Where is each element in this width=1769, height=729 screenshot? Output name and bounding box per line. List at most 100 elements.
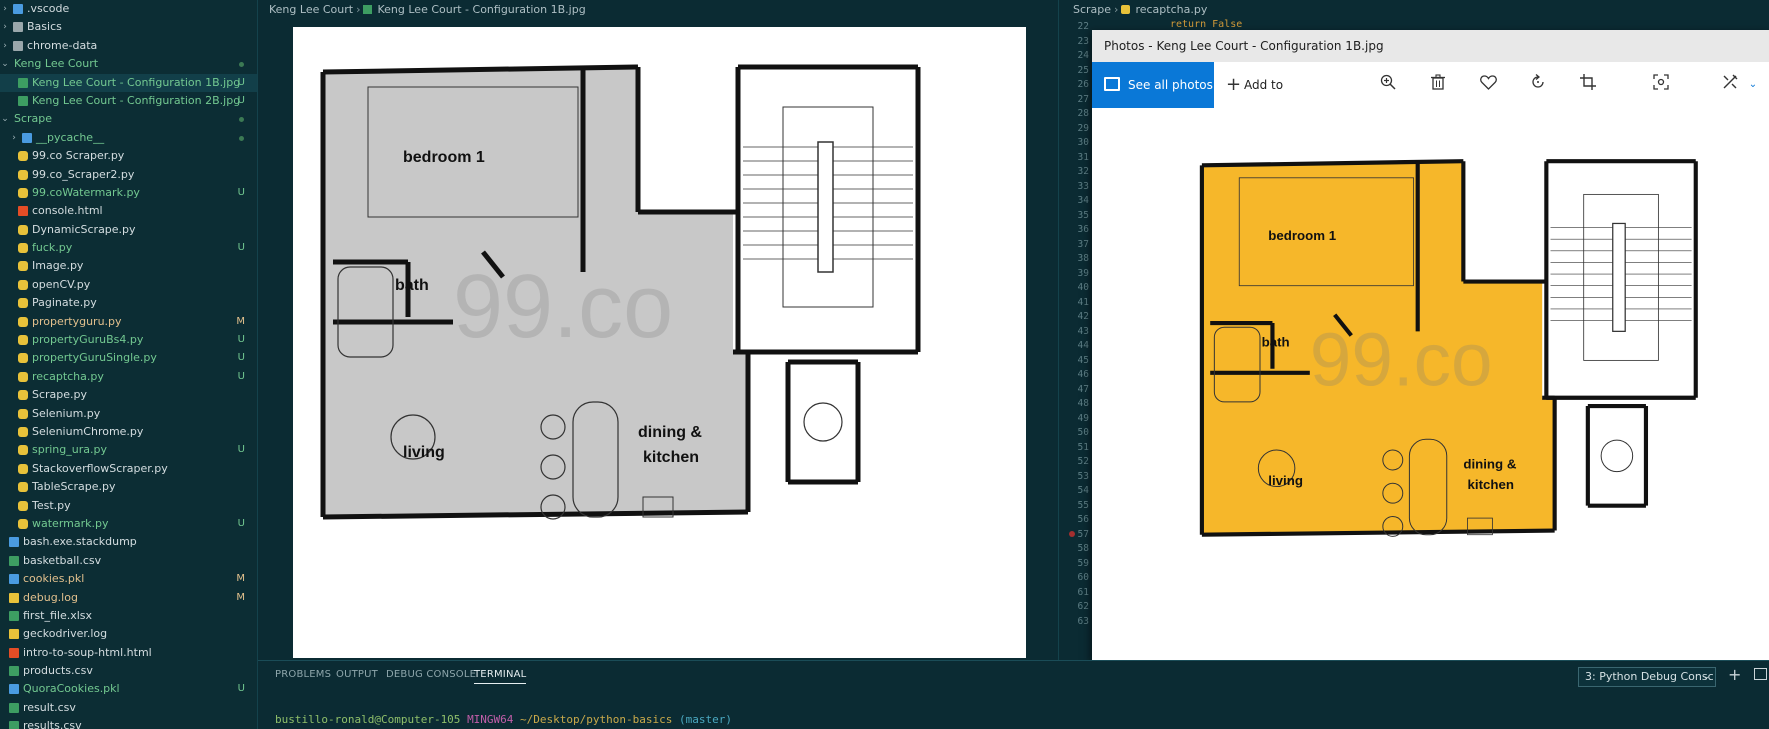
tree-item-pycache[interactable]: › __pycache__ xyxy=(0,129,257,147)
tree-item-keng-lee-court-configuration-1b-jpg[interactable]: Keng Lee Court - Configuration 1B.jpg U xyxy=(0,73,257,92)
py-file-icon xyxy=(18,261,28,272)
tree-item-propertygurusingle-py[interactable]: propertyGuruSingle.py U xyxy=(0,349,257,367)
line-number: 59 xyxy=(1077,557,1089,569)
add-to-label: Add to xyxy=(1244,78,1284,92)
tree-item-spring-ura-py[interactable]: spring_ura.py U xyxy=(0,441,257,459)
tree-item-fuck-py[interactable]: fuck.py U xyxy=(0,239,257,257)
code-line[interactable]: return False xyxy=(1170,19,1242,29)
delete-icon[interactable] xyxy=(1427,74,1449,96)
tree-item-stackoverflowscraper-py[interactable]: StackoverflowScraper.py xyxy=(0,460,257,478)
tree-item-chrome-data[interactable]: › chrome-data xyxy=(0,37,257,55)
git-status-badge: U xyxy=(237,76,245,88)
folder-icon xyxy=(13,4,23,14)
line-number: 53 xyxy=(1077,470,1089,482)
line-number: 48 xyxy=(1077,398,1089,409)
chevron-down-icon[interactable]: ⌄ xyxy=(1742,74,1764,96)
tree-item-basics[interactable]: › Basics xyxy=(0,18,257,36)
breadcrumb-file[interactable]: recaptcha.py xyxy=(1135,3,1207,16)
rotate-icon[interactable] xyxy=(1527,74,1549,96)
line-number: 29 xyxy=(1077,122,1089,134)
chevron-right-icon: › xyxy=(3,4,7,14)
py-file-icon xyxy=(18,243,28,254)
tab-debug-console[interactable]: DEBUG CONSOLE xyxy=(386,669,476,680)
tree-item-99-cowatermark-py[interactable]: 99.coWatermark.py U xyxy=(0,184,257,202)
py-file-icon xyxy=(18,463,28,474)
tree-item-label: propertyGuruBs4.py xyxy=(32,333,144,347)
add-to-button[interactable]: + Add to xyxy=(1226,62,1283,108)
tree-item-tablescrape-py[interactable]: TableScrape.py xyxy=(0,478,257,496)
explorer-sidebar: › .vscode › Basics › chrome-data ⌄ Keng Lee Cou… xyxy=(0,0,258,729)
room-label: bath xyxy=(395,277,429,294)
tree-item-image-py[interactable]: Image.py xyxy=(0,257,257,275)
favorite-icon[interactable] xyxy=(1477,74,1499,96)
tree-item-label: 99.co_Scraper2.py xyxy=(32,167,135,181)
tree-item-paginate-py[interactable]: Paginate.py xyxy=(0,294,257,312)
tree-item-keng-lee-court[interactable]: ⌄ Keng Lee Court xyxy=(0,55,257,73)
tree-item-scrape-py[interactable]: Scrape.py xyxy=(0,386,257,404)
crop-icon[interactable] xyxy=(1577,74,1599,96)
tree-item-seleniumchrome-py[interactable]: SeleniumChrome.py xyxy=(0,423,257,441)
new-terminal-icon[interactable]: + xyxy=(1728,665,1741,684)
tree-item-watermark-py[interactable]: watermark.py U xyxy=(0,515,257,533)
zoom-in-icon[interactable] xyxy=(1377,74,1399,96)
tree-item-99-co-scraper2-py[interactable]: 99.co_Scraper2.py xyxy=(0,166,257,184)
tree-item-bash-exe-stackdump[interactable]: bash.exe.stackdump xyxy=(0,533,257,551)
line-number: 25 xyxy=(1077,64,1089,76)
terminal-prompt[interactable]: bustillo-ronald@Computer-105 MINGW64 ~/D… xyxy=(275,713,732,726)
py-file-icon xyxy=(18,187,28,198)
tree-item-label: console.html xyxy=(32,204,103,218)
tree-item-label: cookies.pkl xyxy=(23,572,85,586)
tree-item-test-py[interactable]: Test.py xyxy=(0,497,257,515)
tree-item-propertyguru-py[interactable]: propertyguru.py M xyxy=(0,313,257,331)
tree-item-selenium-py[interactable]: Selenium.py xyxy=(0,405,257,423)
tree-item-geckodriver-log[interactable]: geckodriver.log xyxy=(0,625,257,643)
line-number: 36 xyxy=(1077,224,1089,235)
tree-item-scrape[interactable]: ⌄ Scrape xyxy=(0,110,257,128)
edit-icon[interactable] xyxy=(1719,74,1741,96)
tree-item-propertygurubs4-py[interactable]: propertyGuruBs4.py U xyxy=(0,331,257,349)
folder-icon xyxy=(22,132,32,143)
tab-output[interactable]: OUTPUT xyxy=(336,669,378,680)
git-status-badge: U xyxy=(237,517,245,529)
tree-item-results-csv[interactable]: results.csv xyxy=(0,717,257,729)
tree-item-products-csv[interactable]: products.csv xyxy=(0,662,257,680)
tree-item-result-csv[interactable]: result.csv xyxy=(0,699,257,717)
tree-item-quoracookies-pkl[interactable]: QuoraCookies.pkl U xyxy=(0,680,257,698)
tree-item-intro-to-soup-html-html[interactable]: intro-to-soup-html.html xyxy=(0,644,257,662)
breadcrumb-folder[interactable]: Keng Lee Court xyxy=(269,3,353,16)
tab-problems[interactable]: PROBLEMS xyxy=(275,669,331,680)
breadcrumb-file[interactable]: Keng Lee Court - Configuration 1B.jpg xyxy=(377,3,585,16)
git-status-badge: U xyxy=(237,94,245,106)
visual-search-icon[interactable] xyxy=(1650,74,1672,96)
tree-item-dynamicscrape-py[interactable]: DynamicScrape.py xyxy=(0,221,257,239)
line-number: 49 xyxy=(1077,412,1089,424)
stair-rail xyxy=(817,141,834,273)
tree-item-debug-log[interactable]: debug.log M xyxy=(0,589,257,607)
py-file-icon xyxy=(18,482,28,493)
terminal-select[interactable]: 3: Python Debug Consc ⌄ xyxy=(1578,667,1716,687)
tree-item-opencv-py[interactable]: openCV.py xyxy=(0,276,257,294)
py-file-icon xyxy=(18,353,28,364)
tree-item-vscode[interactable]: › .vscode xyxy=(0,0,257,18)
tree-item-99-co-scraper-py[interactable]: 99.co Scraper.py xyxy=(0,147,257,165)
image-file-icon xyxy=(363,5,373,14)
split-terminal-icon[interactable] xyxy=(1754,668,1767,680)
tree-item-basketball-csv[interactable]: basketball.csv xyxy=(0,552,257,570)
watermark-text: 99.co xyxy=(453,257,673,357)
line-number: 23 xyxy=(1077,35,1089,47)
room-label: bedroom 1 xyxy=(403,149,485,166)
tab-terminal[interactable]: TERMINAL xyxy=(474,669,527,684)
tree-item-cookies-pkl[interactable]: cookies.pkl M xyxy=(0,570,257,588)
tree-item-recaptcha-py[interactable]: recaptcha.py U xyxy=(0,368,257,386)
git-status-dot xyxy=(239,62,244,68)
prompt-branch: (master) xyxy=(679,713,732,726)
tree-item-keng-lee-court-configuration-2b-jpg[interactable]: Keng Lee Court - Configuration 2B.jpg U xyxy=(0,92,257,110)
tree-item-first-file-xlsx[interactable]: first_file.xlsx xyxy=(0,607,257,625)
py-file-icon xyxy=(18,279,28,290)
breadcrumb-folder[interactable]: Scrape xyxy=(1073,3,1111,16)
tree-item-label: bash.exe.stackdump xyxy=(23,535,137,549)
line-number: 39 xyxy=(1077,267,1089,279)
tree-item-console-html[interactable]: console.html xyxy=(0,202,257,220)
see-all-photos-button[interactable]: See all photos xyxy=(1092,62,1214,108)
breakpoint-icon[interactable] xyxy=(1069,531,1075,537)
